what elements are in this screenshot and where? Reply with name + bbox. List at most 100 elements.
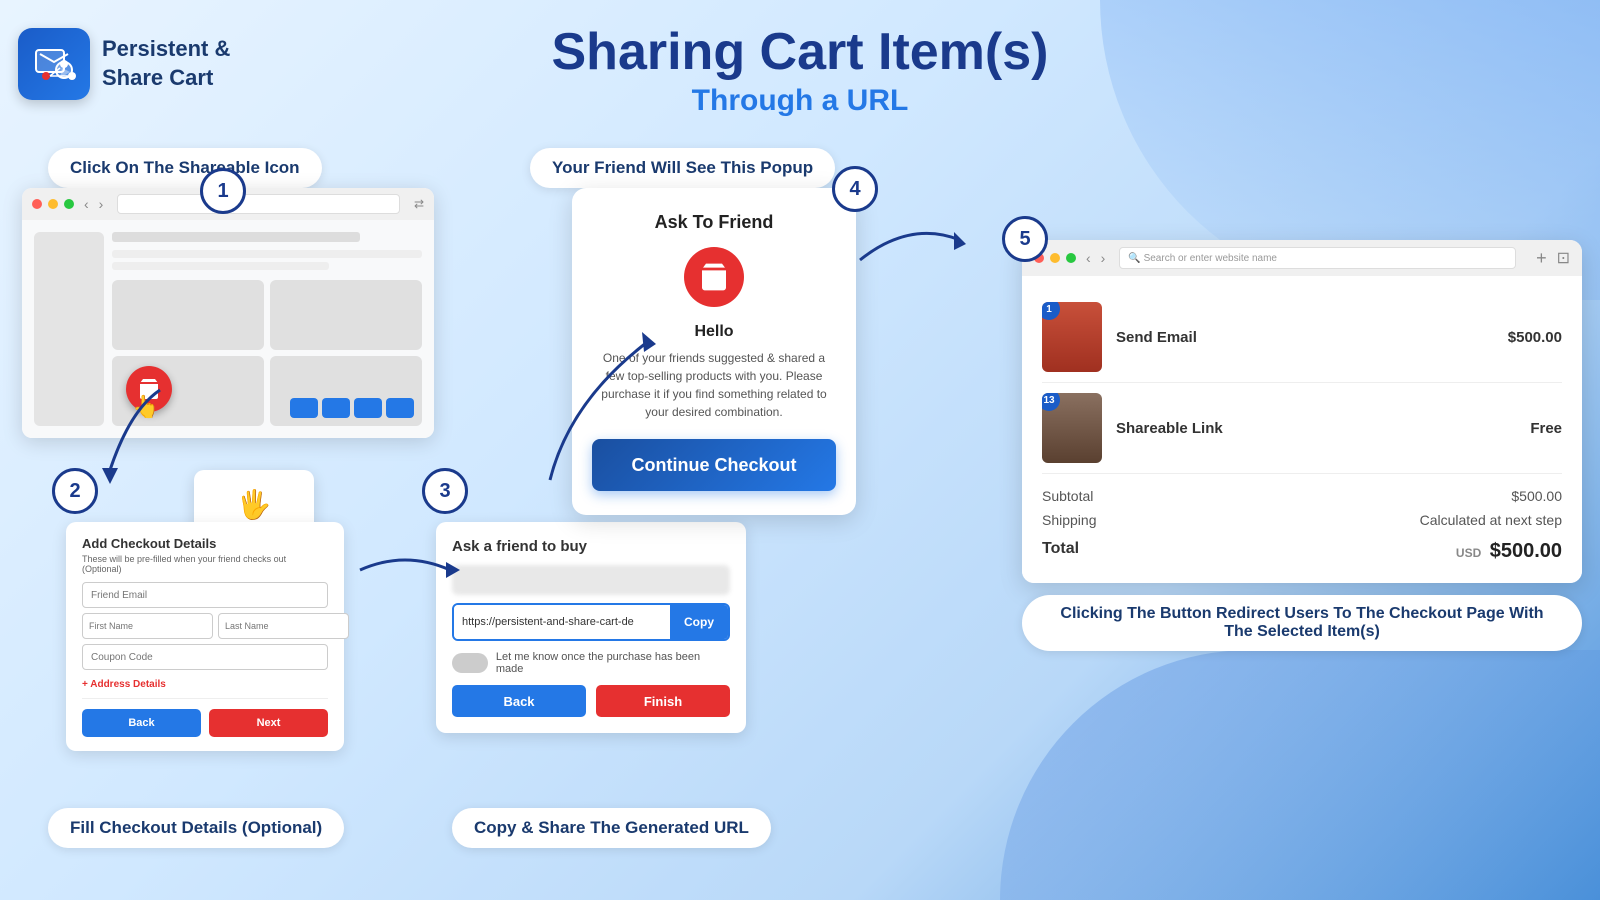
item-badge-2: 13	[1042, 393, 1060, 411]
cart-item-row-1: 1 Send Email $500.00	[1042, 292, 1562, 383]
nav-dot-4	[386, 398, 414, 418]
product-card-2	[270, 280, 422, 350]
total-label: Total	[1042, 540, 1079, 563]
browser-content: 👆	[112, 232, 422, 426]
step-3-circle: 3	[422, 468, 468, 514]
product-card-1	[112, 280, 264, 350]
browser-new-tab: +	[1536, 248, 1547, 269]
address-toggle[interactable]: + Address Details	[82, 679, 328, 690]
nav-dots	[290, 398, 414, 418]
label-copy-url: Copy & Share The Generated URL	[452, 808, 771, 848]
popup-card: Ask To Friend Hello One of your friends …	[572, 188, 856, 515]
main-title-area: Sharing Cart Item(s) Through a URL	[0, 22, 1600, 118]
item-price-2: Free	[1530, 420, 1562, 437]
item-thumb-2: 13	[1042, 393, 1102, 463]
shipping-label: Shipping	[1042, 512, 1097, 528]
checkout-form-card: Add Checkout Details These will be pre-f…	[66, 522, 344, 751]
browser-back-btn: ‹	[84, 196, 89, 212]
browser-forward-r: ›	[1101, 250, 1106, 266]
browser-url-right: 🔍 Search or enter website name	[1128, 253, 1277, 264]
browser-toolbar-right: ‹ › 🔍 Search or enter website name + ⊡	[1022, 240, 1582, 276]
url-input[interactable]	[454, 605, 670, 639]
subtotal-row: Subtotal $500.00	[1042, 484, 1562, 508]
browser-dot-yellow	[48, 199, 58, 209]
browser-forward-btn: ›	[99, 196, 104, 212]
notify-toggle-row: Let me know once the purchase has been m…	[452, 651, 730, 675]
nav-dot-2	[322, 398, 350, 418]
item-name-2: Shareable Link	[1116, 420, 1516, 437]
first-name-input[interactable]	[82, 613, 213, 639]
checkout-form-title: Add Checkout Details	[82, 536, 328, 551]
popup-hello: Hello	[592, 323, 836, 341]
content-line-2	[112, 250, 422, 258]
section-checkout-form: 2 Add Checkout Details These will be pre…	[66, 468, 344, 751]
browser-back-r: ‹	[1086, 250, 1091, 266]
shipping-value: Calculated at next step	[1420, 512, 1562, 528]
form-back-button[interactable]: Back	[82, 709, 201, 737]
cart-icon-svg	[698, 261, 730, 293]
item-name-1: Send Email	[1116, 329, 1494, 346]
browser-body-right: 1 Send Email $500.00 13 Shareable Link F…	[1022, 276, 1582, 583]
divider	[82, 698, 328, 699]
browser-dot-green	[64, 199, 74, 209]
share-back-button[interactable]: Back	[452, 685, 586, 717]
checkout-form-subtitle: These will be pre-filled when your frien…	[82, 554, 328, 574]
label-friend-popup: Your Friend Will See This Popup	[530, 148, 835, 188]
copy-button[interactable]: Copy	[670, 605, 728, 639]
browser-window-left: ‹ › ⇄	[22, 188, 434, 438]
nav-dot-1	[290, 398, 318, 418]
browser-reload: ⇄	[414, 197, 424, 211]
section-browser-mockup: 1 ‹ › ⇄	[22, 188, 434, 438]
finish-button[interactable]: Finish	[596, 685, 730, 717]
cursor: 👆	[132, 394, 159, 420]
browser-menu-r: ⊡	[1557, 248, 1570, 268]
share-url-title: Ask a friend to buy	[452, 538, 730, 555]
total-row: Total USD $500.00	[1042, 536, 1562, 567]
subtotal-value: $500.00	[1511, 488, 1562, 504]
browser-dot-green-r	[1066, 253, 1076, 263]
popup-message: One of your friends suggested & shared a…	[592, 349, 836, 421]
browser-url-bar	[117, 194, 400, 214]
form-next-button[interactable]: Next	[209, 709, 328, 737]
browser-dot-yellow-r	[1050, 253, 1060, 263]
blurred-url-line	[452, 565, 730, 595]
step-2-circle: 2	[52, 468, 98, 514]
name-row	[82, 613, 328, 639]
browser-sidebar	[34, 232, 104, 426]
form-btn-row: Back Next	[82, 709, 328, 737]
continue-checkout-button[interactable]: Continue Checkout	[592, 439, 836, 491]
notify-toggle-switch[interactable]	[452, 653, 488, 673]
label-fill-checkout: Fill Checkout Details (Optional)	[48, 808, 344, 848]
step-4-circle: 4	[832, 166, 878, 212]
popup-title: Ask To Friend	[592, 212, 836, 233]
step-5-circle: 5	[1002, 216, 1048, 262]
browser-dot-red	[32, 199, 42, 209]
browser-body-left: 👆	[22, 220, 434, 438]
main-subheading: Through a URL	[0, 84, 1600, 118]
share-btn-row: Back Finish	[452, 685, 730, 717]
subtotal-label: Subtotal	[1042, 488, 1093, 504]
coupon-code-input[interactable]	[82, 644, 328, 670]
last-name-input[interactable]	[218, 613, 349, 639]
popup-cart-icon	[684, 247, 744, 307]
friend-email-input[interactable]	[82, 582, 328, 608]
url-input-row: Copy	[452, 603, 730, 641]
shipping-row: Shipping Calculated at next step	[1042, 508, 1562, 532]
notify-text: Let me know once the purchase has been m…	[496, 651, 730, 675]
browser-window-right: ‹ › 🔍 Search or enter website name + ⊡ 1…	[1022, 240, 1582, 583]
cart-item-row-2: 13 Shareable Link Free	[1042, 383, 1562, 474]
section-popup: 4 Ask To Friend Hello One of your friend…	[572, 188, 856, 515]
cart-totals: Subtotal $500.00 Shipping Calculated at …	[1042, 474, 1562, 567]
arrow-4-5	[850, 200, 970, 280]
label-click-shareable: Click On The Shareable Icon	[48, 148, 322, 188]
share-url-card: Ask a friend to buy Copy Let me know onc…	[436, 522, 746, 733]
item-thumb-1: 1	[1042, 302, 1102, 372]
content-line-3	[112, 262, 329, 270]
content-line-1	[112, 232, 360, 242]
nav-dot-3	[354, 398, 382, 418]
item-badge-1: 1	[1042, 302, 1060, 320]
total-amount: USD $500.00	[1456, 540, 1562, 563]
section-browser-right: 5 ‹ › 🔍 Search or enter website name + ⊡…	[1022, 240, 1582, 651]
total-value: $500.00	[1490, 540, 1562, 562]
main-heading: Sharing Cart Item(s)	[0, 22, 1600, 82]
